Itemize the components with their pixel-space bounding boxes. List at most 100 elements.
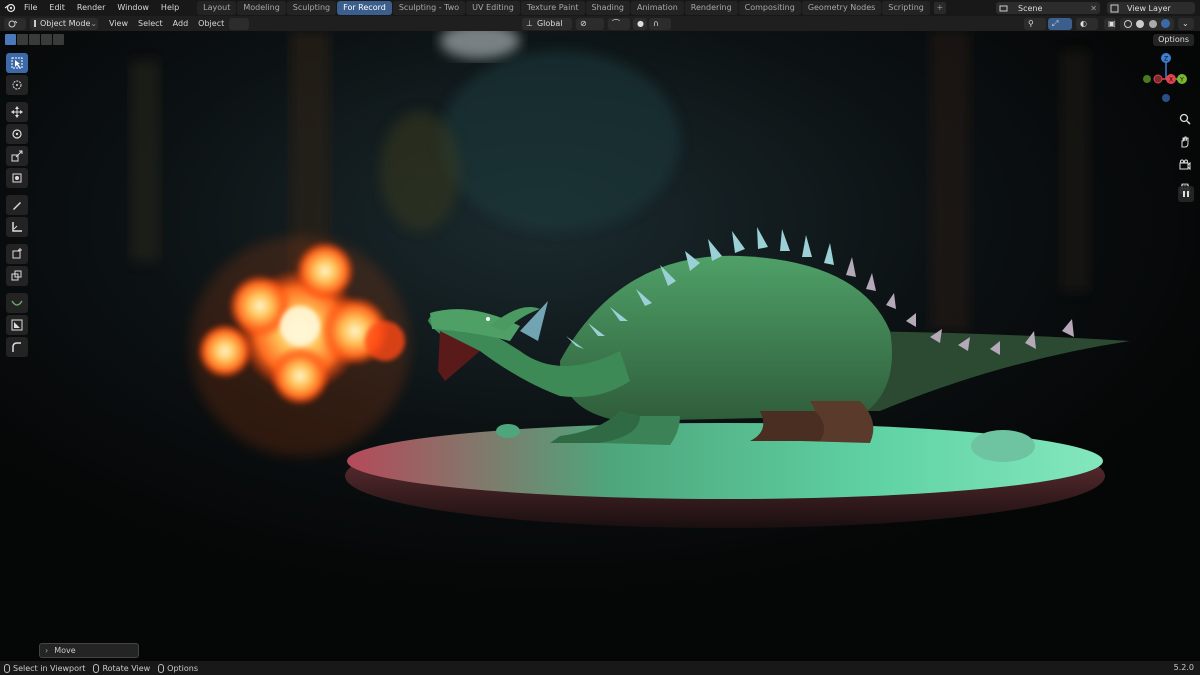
scale-icon[interactable] bbox=[6, 146, 28, 166]
select-invert-icon[interactable] bbox=[41, 34, 52, 45]
tab-shading[interactable]: Shading bbox=[585, 1, 630, 15]
tab-layout[interactable]: Layout bbox=[197, 1, 237, 15]
select-subtract-icon[interactable] bbox=[29, 34, 40, 45]
tab-for-record[interactable]: For Record bbox=[337, 1, 392, 15]
menu-render[interactable]: Render bbox=[71, 0, 111, 16]
axis-x-label: X bbox=[1169, 77, 1173, 84]
menu-window[interactable]: Window bbox=[111, 0, 155, 16]
camera-icon[interactable] bbox=[1177, 157, 1193, 173]
editor-type-icon[interactable] bbox=[4, 17, 26, 30]
select-box-icon[interactable] bbox=[6, 53, 28, 73]
header-menu-add[interactable]: Add bbox=[168, 19, 194, 28]
mouse-left-icon bbox=[4, 663, 10, 673]
mouse-right-icon bbox=[158, 663, 165, 673]
snap-icon[interactable]: ⌒ bbox=[608, 17, 630, 30]
solid-shading-icon[interactable] bbox=[1136, 19, 1145, 28]
measure-icon[interactable] bbox=[6, 217, 28, 237]
blender-logo-icon[interactable] bbox=[2, 0, 18, 16]
header-menu-select[interactable]: Select bbox=[133, 19, 168, 28]
cursor-icon[interactable] bbox=[6, 75, 28, 95]
tab-sculpting[interactable]: Sculpting bbox=[286, 1, 337, 15]
visibility-icon[interactable]: ⚲ bbox=[1024, 17, 1046, 30]
navigation-gizmo[interactable]: Z Y X bbox=[1138, 51, 1194, 107]
view-layer-name: View Layer bbox=[1127, 3, 1171, 13]
curve-icon[interactable] bbox=[6, 293, 28, 313]
tab-animation[interactable]: Animation bbox=[631, 1, 684, 15]
close-icon[interactable]: ✕ bbox=[1090, 4, 1097, 13]
tab-rendering[interactable]: Rendering bbox=[684, 1, 738, 15]
view-layer-selector[interactable]: View Layer bbox=[1107, 2, 1195, 14]
scene-icon bbox=[999, 5, 1008, 11]
menu-edit[interactable]: Edit bbox=[43, 0, 71, 16]
proportional-edit-icon[interactable]: ● bbox=[633, 17, 647, 30]
tab-uv-editing[interactable]: UV Editing bbox=[466, 1, 520, 15]
tab-compositing[interactable]: Compositing bbox=[738, 1, 801, 15]
status-select-in-viewport: Select in Viewport bbox=[4, 663, 86, 673]
tool-shelf bbox=[5, 53, 29, 359]
tab-sculpting-two[interactable]: Sculpting - Two bbox=[392, 1, 466, 15]
xray-icon[interactable]: ▣ bbox=[1104, 17, 1116, 30]
select-new-icon[interactable] bbox=[5, 34, 16, 45]
object-extras-icon[interactable] bbox=[229, 17, 250, 30]
tab-modeling[interactable]: Modeling bbox=[237, 1, 286, 15]
status-options: Options bbox=[158, 663, 199, 673]
chevron-down-icon: ⌄ bbox=[90, 19, 98, 28]
operator-label: Move bbox=[54, 646, 76, 655]
wireframe-shading-icon[interactable] bbox=[1124, 19, 1133, 28]
overlay-icon[interactable]: ◐ bbox=[1076, 17, 1098, 30]
mouse-middle-icon bbox=[93, 663, 100, 673]
fireball bbox=[190, 236, 410, 456]
zoom-icon[interactable] bbox=[1177, 111, 1193, 127]
add-cube-wire-icon[interactable] bbox=[6, 266, 28, 286]
tab-scripting[interactable]: Scripting bbox=[882, 1, 930, 15]
transform-orientation-selector[interactable]: ⊥ Global bbox=[522, 17, 572, 30]
viewport-header: Object Mode ⌄ View Select Add Object ⊥ G… bbox=[0, 16, 1200, 31]
options-dropdown[interactable]: Options bbox=[1153, 34, 1194, 46]
hand-icon[interactable] bbox=[1177, 134, 1193, 150]
3d-viewport[interactable]: Options Z Y X › Move bbox=[0, 31, 1200, 661]
version-label: 5.2.0 bbox=[1173, 663, 1194, 672]
pivot-point-icon[interactable]: ⊘ bbox=[576, 17, 604, 30]
transform-icon[interactable] bbox=[6, 168, 28, 188]
menu-file[interactable]: File bbox=[18, 0, 43, 16]
status-label: Select in Viewport bbox=[13, 663, 86, 673]
rendered-shading-icon[interactable] bbox=[1160, 19, 1170, 28]
last-operator-panel[interactable]: › Move bbox=[39, 643, 139, 658]
status-label: Rotate View bbox=[102, 663, 151, 673]
move-icon[interactable] bbox=[6, 102, 28, 122]
bend-icon[interactable] bbox=[6, 337, 28, 357]
status-bar: Select in Viewport Rotate View Options 5… bbox=[0, 661, 1200, 675]
falloff-icon[interactable]: ∩ bbox=[649, 17, 671, 30]
tab-texture-paint[interactable]: Texture Paint bbox=[520, 1, 585, 15]
status-rotate-view: Rotate View bbox=[93, 663, 151, 673]
mode-selector[interactable]: Object Mode ⌄ bbox=[30, 17, 98, 30]
select-mode-buttons bbox=[5, 34, 64, 45]
scene-name: Scene bbox=[1018, 3, 1043, 13]
object-mode-icon bbox=[34, 20, 36, 27]
rendered-scene bbox=[0, 31, 1200, 661]
scene-selector[interactable]: Scene ✕ bbox=[996, 2, 1100, 14]
gizmo-toggle-icon[interactable]: ⤢ bbox=[1048, 17, 1072, 30]
header-menu-view[interactable]: View bbox=[104, 19, 133, 28]
tab-geometry-nodes[interactable]: Geometry Nodes bbox=[801, 1, 882, 15]
pause-icon[interactable] bbox=[1178, 186, 1194, 202]
axis-z-label: Z bbox=[1164, 56, 1168, 63]
annotate-icon[interactable] bbox=[6, 195, 28, 215]
select-extend-icon[interactable] bbox=[17, 34, 28, 45]
chevron-right-icon: › bbox=[45, 646, 49, 655]
select-intersect-icon[interactable] bbox=[53, 34, 64, 45]
shading-modes bbox=[1120, 17, 1174, 30]
shrink-icon[interactable] bbox=[6, 315, 28, 335]
shading-options-chevron-icon[interactable]: ⌄ bbox=[1178, 17, 1194, 30]
axis-y-label: Y bbox=[1179, 77, 1184, 84]
top-menu-bar: File Edit Render Window Help Layout Mode… bbox=[0, 0, 1200, 16]
rotate-icon[interactable] bbox=[6, 124, 28, 144]
orientation-label: Global bbox=[536, 19, 563, 28]
status-label: Options bbox=[167, 663, 199, 673]
mode-label: Object Mode bbox=[40, 19, 91, 28]
add-cube-icon[interactable] bbox=[6, 244, 28, 264]
material-shading-icon[interactable] bbox=[1148, 19, 1157, 28]
header-menu-object[interactable]: Object bbox=[193, 19, 229, 28]
add-workspace-button[interactable]: + bbox=[933, 2, 946, 14]
menu-help[interactable]: Help bbox=[155, 0, 185, 16]
